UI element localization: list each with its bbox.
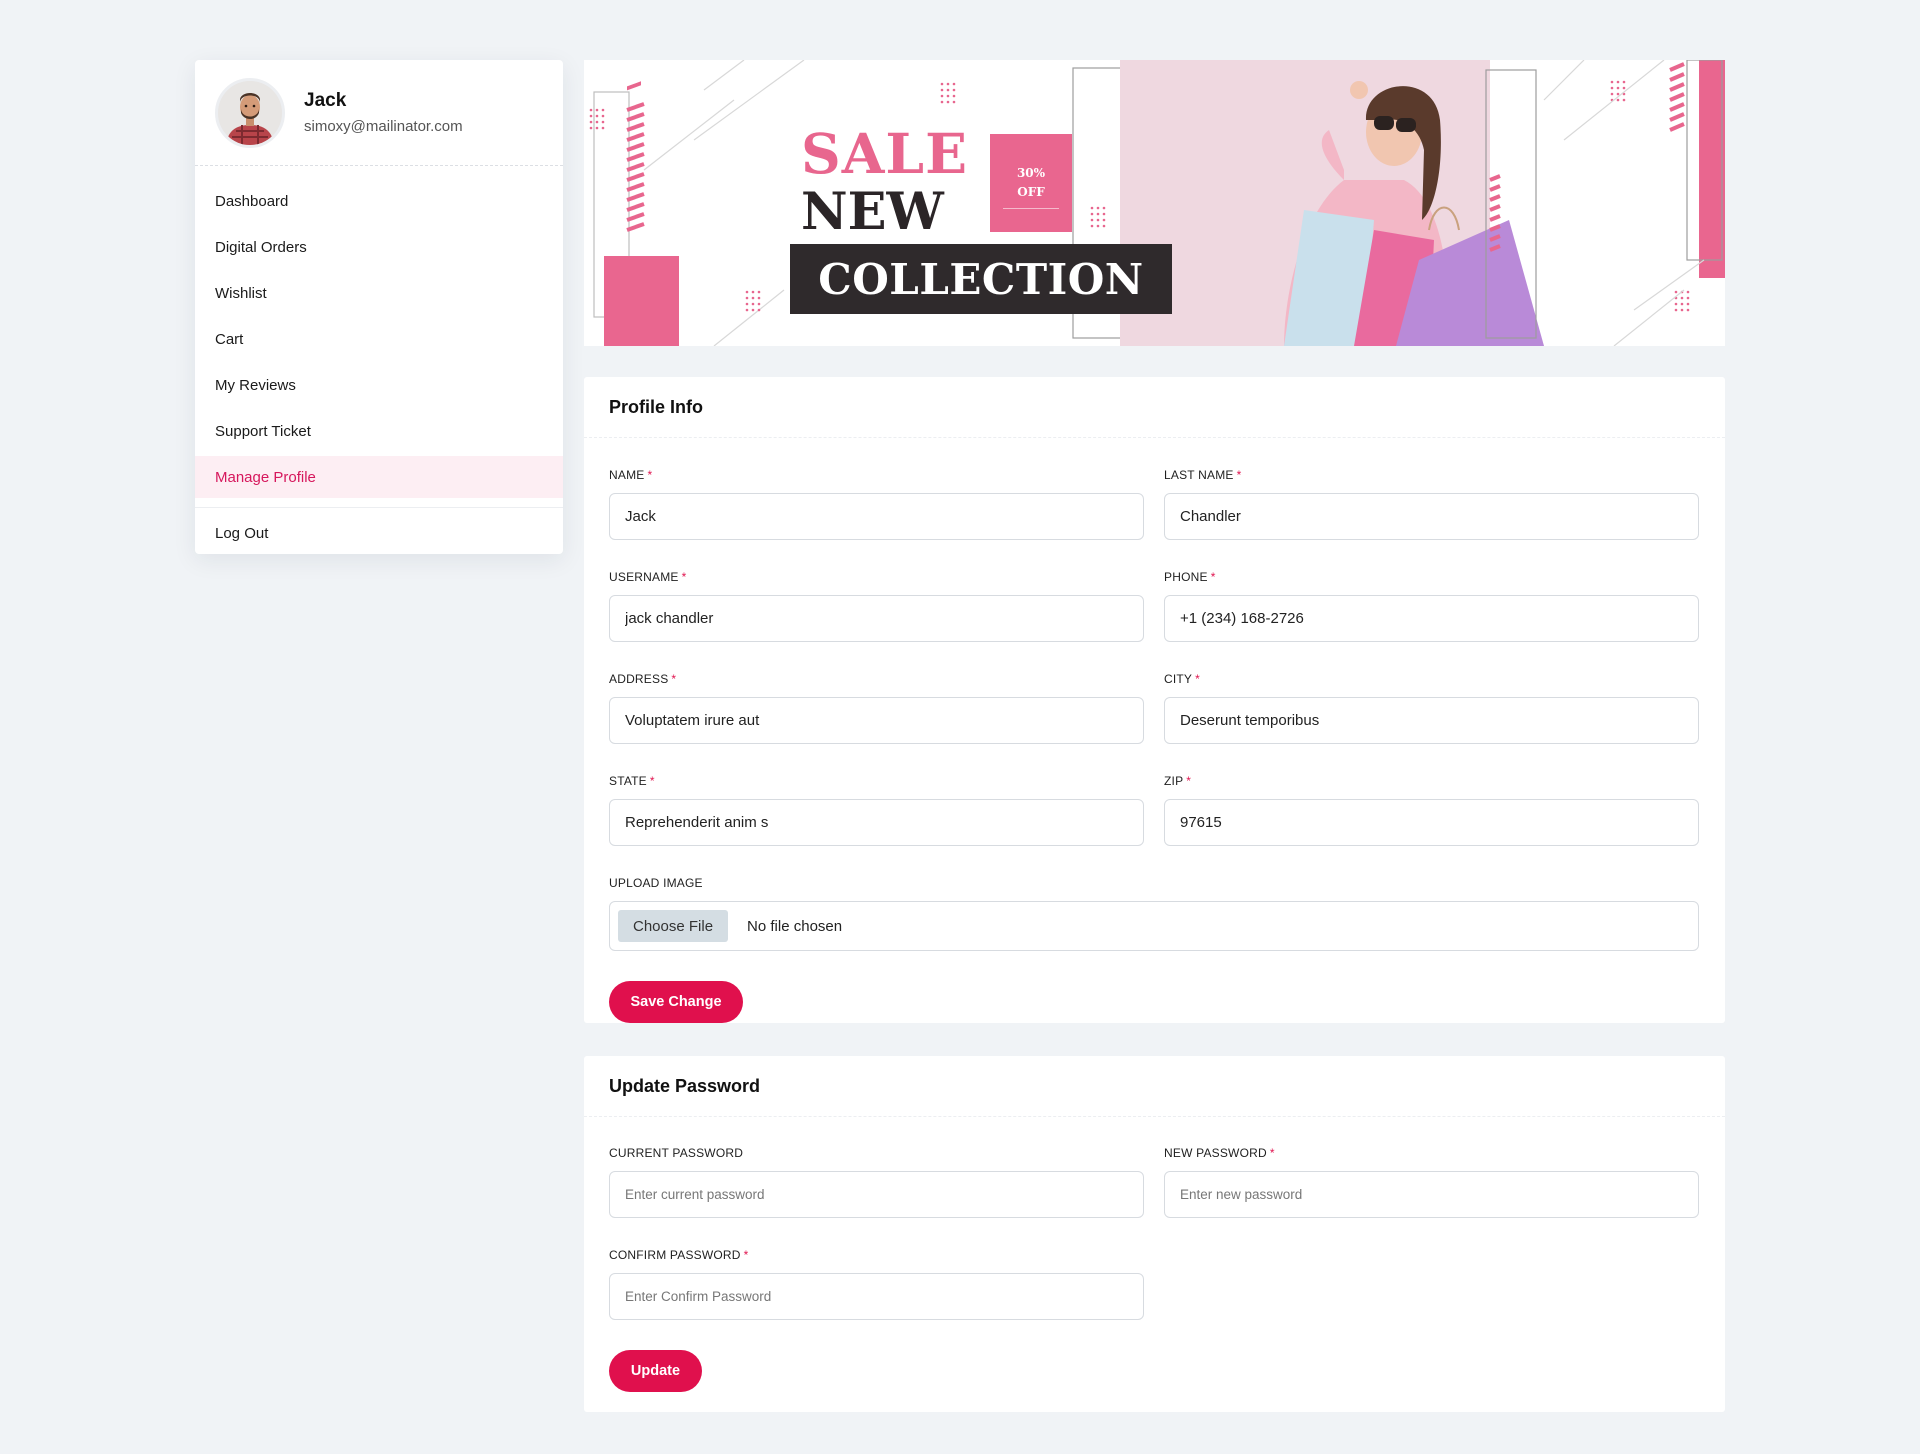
phone-input[interactable] <box>1164 595 1699 642</box>
new-password-input[interactable] <box>1164 1171 1699 1218</box>
name-label: NAME <box>609 468 645 482</box>
username-field-group: USERNAME * <box>609 570 1144 642</box>
banner-discount-badge: 30% OFF <box>990 134 1072 232</box>
profile-info-header: Profile Info <box>584 377 1725 438</box>
new-password-label: NEW PASSWORD <box>1164 1146 1267 1160</box>
avatar <box>215 77 285 148</box>
sidebar-divider <box>195 507 563 508</box>
name-input[interactable] <box>609 493 1144 540</box>
banner-collection-box: COLLECTION <box>790 244 1172 314</box>
required-mark: * <box>647 468 653 482</box>
sidebar-item-my-reviews[interactable]: My Reviews <box>195 362 563 408</box>
required-mark: * <box>681 570 687 584</box>
update-password-header: Update Password <box>584 1056 1725 1117</box>
address-input[interactable] <box>609 697 1144 744</box>
confirm-password-input[interactable] <box>609 1273 1144 1320</box>
username-label: USERNAME <box>609 570 679 584</box>
sidebar-nav: Dashboard Digital Orders Wishlist Cart M… <box>195 166 563 556</box>
city-field-group: CITY * <box>1164 672 1699 744</box>
sidebar-item-digital-orders[interactable]: Digital Orders <box>195 224 563 270</box>
banner-discount-rule <box>1003 208 1059 209</box>
address-field-group: ADDRESS * <box>609 672 1144 744</box>
zip-input[interactable] <box>1164 799 1699 846</box>
required-mark: * <box>1236 468 1242 482</box>
update-password-title: Update Password <box>609 1075 761 1096</box>
last-name-field-group: LAST NAME * <box>1164 468 1699 540</box>
banner-new-text: NEW <box>801 182 944 242</box>
required-mark: * <box>1195 672 1201 686</box>
confirm-password-label: CONFIRM PASSWORD <box>609 1248 741 1262</box>
banner-collection-text: COLLECTION <box>818 254 1144 304</box>
update-password-card: Update Password CURRENT PASSWORD NEW PAS… <box>584 1056 1725 1412</box>
profile-info-card: Profile Info NAME* LAST NAME* USERNAME* … <box>584 377 1725 1023</box>
sidebar-item-cart[interactable]: Cart <box>195 316 563 362</box>
confirm-password-field-group: CONFIRM PASSWORD * <box>609 1248 1144 1320</box>
profile-info-title: Profile Info <box>609 396 703 417</box>
current-password-field-group: CURRENT PASSWORD <box>609 1146 1144 1218</box>
sale-banner[interactable]: SALE NEW 30% OFF COLLECTION <box>584 60 1725 346</box>
profile-form: NAME* LAST NAME* USERNAME* PHONE* ADDRES… <box>584 438 1725 951</box>
required-mark: * <box>743 1248 749 1262</box>
phone-label: PHONE <box>1164 570 1208 584</box>
new-password-field-group: NEW PASSWORD * <box>1164 1146 1699 1218</box>
file-status-text: No file chosen <box>747 917 843 935</box>
required-mark: * <box>671 672 677 686</box>
state-input[interactable] <box>609 799 1144 846</box>
update-password-button[interactable]: Update <box>609 1350 702 1392</box>
zip-label: ZIP <box>1164 774 1184 788</box>
current-password-label: CURRENT PASSWORD <box>609 1146 744 1160</box>
choose-file-button[interactable]: Choose File <box>618 910 729 942</box>
user-email: simoxy@mailinator.com <box>304 118 463 135</box>
sidebar-item-support-ticket[interactable]: Support Ticket <box>195 408 563 454</box>
account-sidebar: Jack simoxy@mailinator.com Dashboard Dig… <box>195 60 563 554</box>
user-name: Jack <box>304 90 347 111</box>
save-change-button[interactable]: Save Change <box>609 981 743 1023</box>
upload-image-field-group: UPLOAD IMAGE Choose File No file chosen <box>609 876 1699 951</box>
city-label: CITY <box>1164 672 1193 686</box>
phone-field-group: PHONE * <box>1164 570 1699 642</box>
required-mark: * <box>649 774 655 788</box>
required-mark: * <box>1210 570 1216 584</box>
last-name-label: LAST NAME <box>1164 468 1234 482</box>
required-mark: * <box>1269 1146 1275 1160</box>
name-field-group: NAME * <box>609 468 1144 540</box>
address-label: ADDRESS <box>609 672 669 686</box>
city-input[interactable] <box>1164 697 1699 744</box>
sidebar-item-wishlist[interactable]: Wishlist <box>195 270 563 316</box>
sidebar-profile: Jack simoxy@mailinator.com <box>195 60 563 166</box>
upload-image-label: UPLOAD IMAGE <box>609 876 703 890</box>
sidebar-item-log-out[interactable]: Log Out <box>195 510 563 556</box>
last-name-input[interactable] <box>1164 493 1699 540</box>
zip-field-group: ZIP * <box>1164 774 1699 846</box>
state-label: STATE <box>609 774 647 788</box>
banner-sale-text: SALE <box>801 121 968 186</box>
password-form: CURRENT PASSWORD NEW PASSWORD * CONFIRM P… <box>584 1117 1725 1320</box>
sidebar-item-manage-profile[interactable]: Manage Profile <box>195 456 563 498</box>
current-password-input[interactable] <box>609 1171 1144 1218</box>
banner-discount-off: OFF <box>1017 185 1045 199</box>
banner-discount-percent: 30% <box>1016 166 1046 180</box>
required-mark: * <box>1186 774 1192 788</box>
sidebar-item-dashboard[interactable]: Dashboard <box>195 178 563 224</box>
state-field-group: STATE * <box>609 774 1144 846</box>
username-input[interactable] <box>609 595 1144 642</box>
file-input[interactable]: Choose File No file chosen <box>609 901 1699 951</box>
